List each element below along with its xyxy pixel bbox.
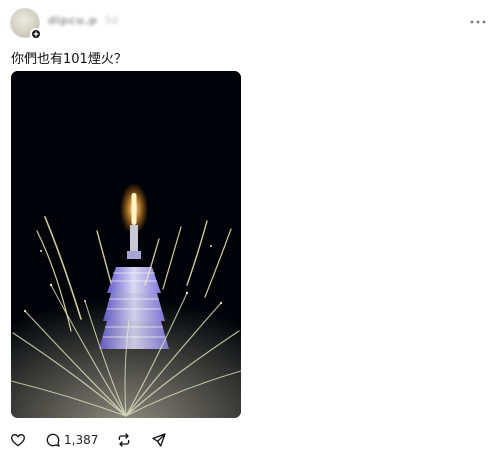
more-icon	[470, 20, 486, 24]
comment-icon	[46, 433, 60, 447]
comment-button[interactable]: 1,387	[45, 430, 98, 450]
post-text: 你們也有101煙火？	[11, 52, 127, 67]
timestamp: 3d	[104, 14, 118, 27]
post-card: dipcu.p 3d 你們也有101煙火？ 1,387	[0, 0, 500, 463]
send-icon	[152, 433, 166, 447]
more-options-button[interactable]	[466, 13, 490, 31]
action-bar: 1,387	[0, 430, 500, 450]
repost-button[interactable]	[116, 430, 132, 450]
avatar[interactable]	[10, 8, 42, 40]
fireworks-photo-graphic	[11, 71, 241, 418]
post-image[interactable]	[11, 71, 241, 418]
heart-icon	[11, 434, 25, 447]
share-button[interactable]	[151, 430, 167, 450]
comment-count: 1,387	[64, 433, 99, 447]
username[interactable]: dipcu.p	[48, 14, 97, 27]
follow-badge-icon[interactable]	[30, 28, 42, 40]
like-button[interactable]	[10, 430, 26, 450]
repost-icon	[118, 433, 130, 447]
